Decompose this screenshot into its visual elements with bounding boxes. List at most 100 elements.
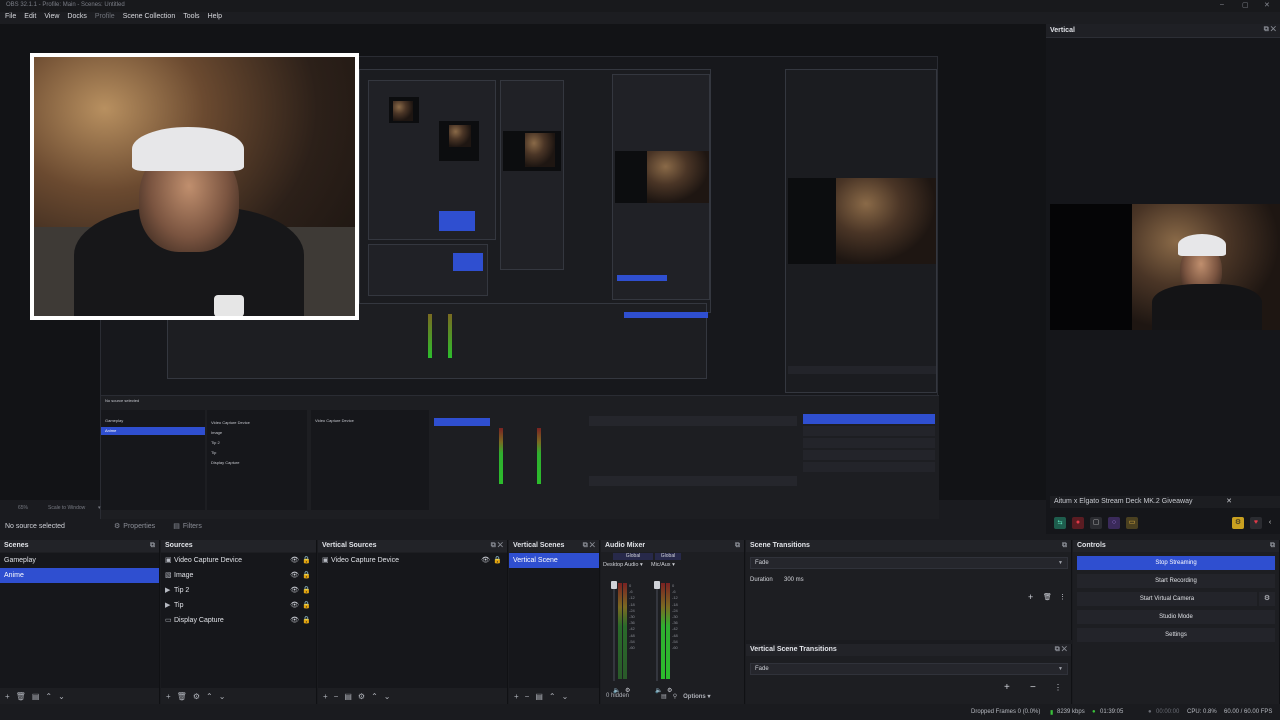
dock-float-icon[interactable]: ⧉ ✕ xyxy=(1264,26,1276,34)
layout-icon[interactable]: ▤ xyxy=(661,693,667,700)
maximize-icon[interactable]: ▢ xyxy=(1242,1,1249,9)
start-virtual-camera-button[interactable]: Start Virtual Camera xyxy=(1077,592,1257,606)
replay-icon[interactable]: ○ xyxy=(1108,517,1120,529)
move-down-icon[interactable]: ⌄ xyxy=(58,692,65,701)
minimize-icon[interactable]: – xyxy=(1220,1,1224,8)
add-icon[interactable]: + xyxy=(1028,592,1033,602)
move-up-icon[interactable]: ⌃ xyxy=(45,692,52,701)
move-up-icon[interactable]: ⌃ xyxy=(549,692,556,701)
chevron-left-icon[interactable]: ‹ xyxy=(1264,517,1276,529)
record-icon[interactable]: ● xyxy=(1072,517,1084,529)
remove-icon[interactable]: − xyxy=(1030,682,1036,693)
move-down-icon[interactable]: ⌄ xyxy=(384,692,391,701)
transition-select[interactable]: Fade ▼ xyxy=(750,557,1068,569)
gear-icon[interactable]: ⚙ xyxy=(1232,517,1244,529)
menu-view[interactable]: View xyxy=(41,12,62,24)
dock-close-icon[interactable]: ⧉ ✕ xyxy=(491,542,503,550)
gear-icon[interactable]: ⚙ xyxy=(1259,592,1275,606)
volume-slider-handle[interactable] xyxy=(654,581,660,589)
dock-close-icon[interactable]: ⧉ ✕ xyxy=(583,542,595,550)
vertical-transition-select[interactable]: Fade ▼ xyxy=(750,663,1068,675)
duration-input[interactable]: 300 ms xyxy=(782,575,852,586)
trash-icon[interactable]: 🗑 xyxy=(16,692,26,701)
link-icon[interactable]: ⚲ xyxy=(673,693,677,700)
source-item[interactable]: ▶ Tip 👁 🔒 xyxy=(161,598,316,613)
lock-icon[interactable]: 🔒 xyxy=(493,553,502,568)
move-up-icon[interactable]: ⌃ xyxy=(371,692,378,701)
menu-help[interactable]: Help xyxy=(205,12,225,24)
trash-icon[interactable]: 🗑 xyxy=(177,692,187,701)
vertical-source-item[interactable]: ▣ Video Capture Device 👁 🔒 xyxy=(318,553,507,568)
lock-icon[interactable]: 🔒 xyxy=(302,598,311,613)
close-icon[interactable]: ✕ xyxy=(1226,497,1232,505)
add-icon[interactable]: + xyxy=(514,692,519,701)
eye-icon[interactable]: 👁 xyxy=(290,568,299,583)
eye-icon[interactable]: 👁 xyxy=(481,553,490,568)
scene-item-anime[interactable]: Anime xyxy=(0,568,159,583)
settings-button[interactable]: Settings xyxy=(1077,628,1275,642)
options-button[interactable]: Options ▾ xyxy=(683,693,710,700)
properties-button[interactable]: ⚙ Properties xyxy=(108,521,161,531)
dock-float-icon[interactable]: ⧉ xyxy=(1270,542,1275,550)
volume-slider[interactable] xyxy=(613,589,615,681)
zoom-level[interactable]: 65% xyxy=(18,505,28,511)
start-recording-button[interactable]: Start Recording xyxy=(1077,574,1275,588)
eye-icon[interactable]: 👁 xyxy=(290,553,299,568)
dock-float-icon[interactable]: ⧉ xyxy=(735,542,740,550)
more-icon[interactable]: ⋮ xyxy=(1054,683,1062,692)
move-down-icon[interactable]: ⌄ xyxy=(219,692,226,701)
scale-mode[interactable]: Scale to Window xyxy=(48,505,85,511)
add-icon[interactable]: + xyxy=(5,692,10,701)
heart-icon[interactable]: ♥ xyxy=(1250,517,1262,529)
filter-icon[interactable]: ▤ xyxy=(344,692,352,701)
menu-edit[interactable]: Edit xyxy=(21,12,39,24)
more-icon[interactable]: ⋮ xyxy=(1059,593,1066,601)
eye-icon[interactable]: 👁 xyxy=(290,613,299,628)
source-item[interactable]: ▭ Display Capture 👁 🔒 xyxy=(161,613,316,628)
add-icon[interactable]: + xyxy=(323,692,328,701)
menu-tools[interactable]: Tools xyxy=(180,12,202,24)
webcam-overlay[interactable] xyxy=(30,53,359,320)
lock-icon[interactable]: 🔒 xyxy=(302,553,311,568)
move-up-icon[interactable]: ⌃ xyxy=(206,692,213,701)
studio-mode-button[interactable]: Studio Mode xyxy=(1077,610,1275,624)
add-icon[interactable]: + xyxy=(1004,682,1010,693)
eye-icon[interactable]: 👁 xyxy=(290,583,299,598)
channel-name[interactable]: Desktop Audio ▾ xyxy=(603,562,643,568)
menu-profile[interactable]: Profile xyxy=(92,12,118,24)
gear-icon[interactable]: ⚙ xyxy=(193,692,200,701)
remove-icon[interactable]: − xyxy=(525,692,530,701)
menu-scene-collection[interactable]: Scene Collection xyxy=(120,12,179,24)
source-item[interactable]: ▣ Video Capture Device 👁 🔒 xyxy=(161,553,316,568)
lock-icon[interactable]: 🔒 xyxy=(302,613,311,628)
folder-icon[interactable]: ▭ xyxy=(1126,517,1138,529)
dock-float-icon[interactable]: ⧉ xyxy=(1062,542,1067,550)
scene-item-gameplay[interactable]: Gameplay xyxy=(0,553,159,568)
gear-icon[interactable]: ⚙ xyxy=(358,692,365,701)
menu-docks[interactable]: Docks xyxy=(64,12,89,24)
lock-icon[interactable]: 🔒 xyxy=(302,568,311,583)
dock-float-icon[interactable]: ⧉ xyxy=(150,542,155,550)
remove-icon[interactable]: − xyxy=(334,692,339,701)
channel-name[interactable]: Mic/Aux ▾ xyxy=(651,562,675,568)
menu-file[interactable]: File xyxy=(2,12,19,24)
filter-icon[interactable]: ▤ xyxy=(32,692,40,701)
vertical-preview-dock[interactable]: Vertical ⧉ ✕ xyxy=(1046,24,1280,534)
lock-icon[interactable]: 🔒 xyxy=(302,583,311,598)
stop-streaming-button[interactable]: Stop Streaming xyxy=(1077,556,1275,570)
add-icon[interactable]: + xyxy=(166,692,171,701)
close-icon[interactable]: ✕ xyxy=(1264,1,1270,9)
source-item[interactable]: ▶ Tip 2 👁 🔒 xyxy=(161,583,316,598)
pause-icon[interactable]: ▢ xyxy=(1090,517,1102,529)
scale-chevron-icon[interactable]: ▾ xyxy=(98,505,101,511)
vertical-scene-item[interactable]: Vertical Scene xyxy=(509,553,599,568)
main-preview[interactable]: No source selected Gameplay Anime Video … xyxy=(0,24,1046,525)
volume-slider[interactable] xyxy=(656,589,658,681)
stream-icon[interactable]: ⇆ xyxy=(1054,517,1066,529)
eye-icon[interactable]: 👁 xyxy=(290,598,299,613)
volume-slider-handle[interactable] xyxy=(611,581,617,589)
trash-icon[interactable]: 🗑 xyxy=(1043,593,1052,601)
filters-button[interactable]: ▤ Filters xyxy=(167,521,208,531)
source-item[interactable]: ▧ Image 👁 🔒 xyxy=(161,568,316,583)
filter-icon[interactable]: ▤ xyxy=(535,692,543,701)
